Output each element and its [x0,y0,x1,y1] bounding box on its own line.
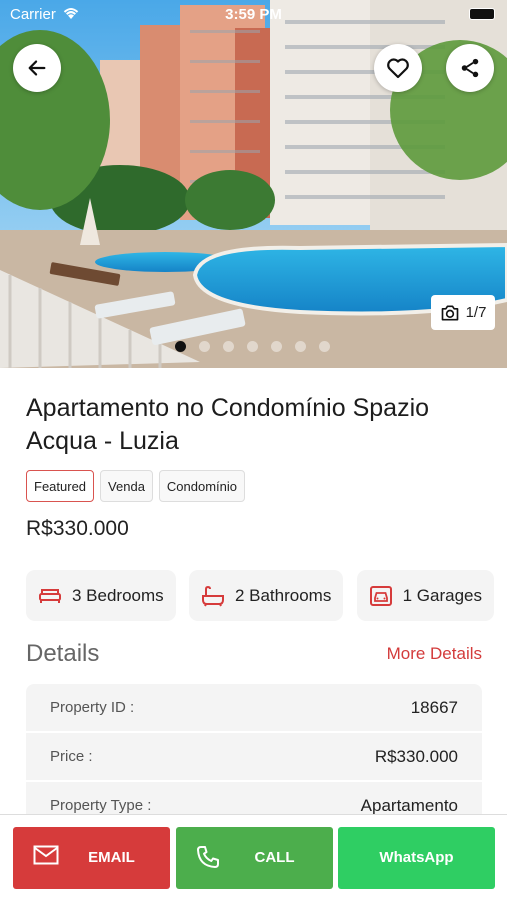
details-key: Price : [50,748,93,765]
carousel-dot[interactable] [271,341,282,352]
more-details-link[interactable]: More Details [387,644,482,664]
share-icon [461,58,479,78]
bed-icon [39,588,61,603]
feature-garages-label: 1 Garages [402,585,482,605]
carousel-pagination [0,341,507,352]
carousel-dot[interactable] [247,341,258,352]
share-button[interactable] [446,44,494,92]
details-key: Property Type : [50,797,152,814]
battery-icon [469,8,495,20]
listing-tags: Featured Venda Condomínio [26,470,246,502]
feature-garages: 1 Garages [356,570,494,621]
details-title: Details [26,640,100,667]
photo-counter-label: 1/7 [465,304,487,321]
feature-cards: 3 Bedrooms 2 Bathrooms 1 Garages [26,570,494,621]
feature-bedrooms-label: 3 Bedrooms [72,585,164,605]
details-row: Property ID : 18667 [26,684,482,733]
carousel-dot[interactable] [295,341,306,352]
feature-bedrooms: 3 Bedrooms [26,570,176,621]
details-header: Details More Details [26,640,482,668]
details-value: Apartamento [360,795,458,815]
details-value: 18667 [410,697,458,717]
details-value: R$330.000 [374,746,458,766]
feature-bathrooms-label: 2 Bathrooms [234,585,332,605]
back-button[interactable] [13,44,61,92]
bathtub-icon [201,585,224,606]
arrow-left-icon [28,60,46,76]
details-table: Property ID : 18667 Price : R$330.000 Pr… [26,684,482,824]
status-bar: Carrier 3:59 PM [0,0,507,30]
call-button-label: CALL [254,849,295,866]
camera-icon [441,305,458,320]
feature-bathrooms: 2 Bathrooms [188,570,344,621]
email-button-label: EMAIL [88,849,135,866]
carousel-dot[interactable] [319,341,330,352]
details-key: Property ID : [50,699,135,716]
carousel-dot[interactable] [175,341,186,352]
tag-condominio: Condomínio [158,470,246,502]
heart-icon [387,58,409,79]
status-time: 3:59 PM [225,6,282,23]
carousel-dot[interactable] [223,341,234,352]
call-button[interactable]: CALL [176,827,333,889]
email-button[interactable]: EMAIL [13,827,170,889]
carousel-dot[interactable] [199,341,210,352]
tag-featured: Featured [26,470,95,502]
details-row: Price : R$330.000 [26,733,482,782]
listing-price: R$330.000 [26,517,129,540]
photo-counter-button[interactable]: 1/7 [431,295,495,330]
listing-title: Apartamento no Condomínio Spazio Acqua -… [26,394,430,455]
favorite-button[interactable] [374,44,422,92]
whatsapp-button[interactable]: WhatsApp [338,827,495,889]
garage-icon [369,585,392,606]
whatsapp-button-label: WhatsApp [379,849,454,866]
hero-photo-carousel[interactable]: Carrier 3:59 PM 1/7 [0,0,507,368]
tag-venda: Venda [100,470,153,502]
contact-action-bar: EMAIL CALL WhatsApp [0,814,507,900]
